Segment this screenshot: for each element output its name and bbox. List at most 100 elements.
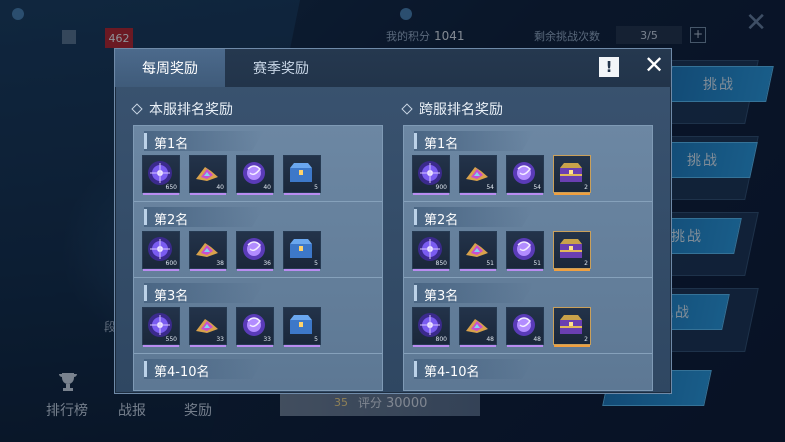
rarity-bar [460,345,496,347]
rank-reward-row: 第2名 600 38 36 5 [134,202,382,278]
reward-item[interactable]: 40 [189,155,227,195]
section-title-text: 本服排名奖励 [149,102,233,118]
reward-item[interactable]: 850 [412,231,450,271]
reward-item[interactable]: 33 [189,307,227,347]
reward-item[interactable]: 550 [142,307,180,347]
rank-reward-row: 第1名 650 40 40 5 [134,126,382,202]
reward-count: 54 [486,184,494,191]
rarity-bar [190,193,226,195]
reward-count: 51 [533,260,541,267]
rarity-bar [190,269,226,271]
reward-item[interactable]: 51 [506,231,544,271]
reward-item[interactable]: 900 [412,155,450,195]
reward-item[interactable]: 40 [236,155,274,195]
reward-item[interactable]: 5 [283,231,321,271]
reward-count: 5 [314,260,318,267]
reward-item[interactable]: 2 [553,231,591,271]
reward-items: 650 40 40 5 [142,155,321,195]
reward-count: 2 [584,336,588,343]
reward-count: 2 [584,260,588,267]
reward-count: 38 [216,260,224,267]
rank-label: 第2名 [154,213,189,228]
reward-item[interactable]: 48 [506,307,544,347]
rank-header: 第4-10名 [144,359,264,379]
section-title-text: 跨服排名奖励 [419,102,503,118]
reward-items: 800 48 48 2 [412,307,591,347]
reward-count: 900 [435,184,447,191]
reward-items: 600 38 36 5 [142,231,321,271]
reward-item[interactable]: 800 [412,307,450,347]
reward-count: 48 [533,336,541,343]
rank-label: 第4-10名 [154,365,210,380]
info-button[interactable]: ! [599,57,619,77]
reward-item[interactable]: 5 [283,307,321,347]
reward-item[interactable]: 48 [459,307,497,347]
reward-item[interactable]: 600 [142,231,180,271]
tab-weekly-rewards[interactable]: 每周奖励 [115,49,225,87]
rarity-bar [554,193,590,195]
reward-count: 550 [165,336,177,343]
reward-count: 600 [165,260,177,267]
reward-list-local[interactable]: 第1名 650 40 40 5 第2名 600 38 36 5 第3名 550 33 33 5 第4-10名 [133,125,383,391]
rarity-bar [237,345,273,347]
rarity-bar [460,269,496,271]
diamond-bullet-icon [131,103,143,115]
rewards-modal: 每周奖励 赛季奖励 ! ✕ 本服排名奖励 跨服排名奖励 第1名 650 40 40 5 第… [114,48,672,394]
reward-item[interactable]: 36 [236,231,274,271]
rarity-bar [143,345,179,347]
rarity-bar [413,269,449,271]
reward-item[interactable]: 2 [553,155,591,195]
rarity-bar [413,193,449,195]
rarity-bar [460,193,496,195]
reward-item[interactable]: 54 [506,155,544,195]
tab-bar: 每周奖励 赛季奖励 ! ✕ [115,49,671,87]
tab-season-rewards[interactable]: 赛季奖励 [225,49,337,87]
rarity-bar [237,269,273,271]
rarity-bar [237,193,273,195]
section-title-local: 本服排名奖励 [131,99,233,119]
reward-item[interactable]: 38 [189,231,227,271]
reward-item[interactable]: 51 [459,231,497,271]
reward-item[interactable]: 650 [142,155,180,195]
reward-count: 800 [435,336,447,343]
reward-count: 36 [263,260,271,267]
reward-count: 54 [533,184,541,191]
close-button[interactable]: ✕ [643,53,665,77]
rank-label: 第4-10名 [424,365,480,380]
rank-header: 第3名 [144,283,264,303]
rarity-bar [413,345,449,347]
rank-reward-row: 第2名 850 51 51 2 [404,202,652,278]
reward-item[interactable]: 54 [459,155,497,195]
reward-count: 40 [263,184,271,191]
rank-label: 第2名 [424,213,459,228]
diamond-bullet-icon [401,103,413,115]
rarity-bar [554,345,590,347]
reward-count: 850 [435,260,447,267]
reward-items: 850 51 51 2 [412,231,591,271]
rank-label: 第1名 [154,137,189,152]
rank-header: 第1名 [144,131,264,151]
rank-header: 第2名 [144,207,264,227]
rank-reward-row: 第4-10名 [134,354,382,390]
reward-count: 5 [314,336,318,343]
reward-list-cross[interactable]: 第1名 900 54 54 2 第2名 850 51 51 2 第3名 800 48 48 2 第4-10名 [403,125,653,391]
reward-item[interactable]: 2 [553,307,591,347]
reward-count: 51 [486,260,494,267]
rank-reward-row: 第4-10名 [404,354,652,390]
rarity-bar [143,193,179,195]
rarity-bar [190,345,226,347]
reward-items: 900 54 54 2 [412,155,591,195]
rank-reward-row: 第3名 800 48 48 2 [404,278,652,354]
reward-count: 2 [584,184,588,191]
rank-header: 第1名 [414,131,534,151]
reward-item[interactable]: 33 [236,307,274,347]
rarity-bar [507,269,543,271]
reward-item[interactable]: 5 [283,155,321,195]
rank-reward-row: 第1名 900 54 54 2 [404,126,652,202]
rank-label: 第3名 [154,289,189,304]
rarity-bar [507,345,543,347]
reward-items: 550 33 33 5 [142,307,321,347]
rank-header: 第3名 [414,283,534,303]
rarity-bar [284,345,320,347]
rank-label: 第1名 [424,137,459,152]
